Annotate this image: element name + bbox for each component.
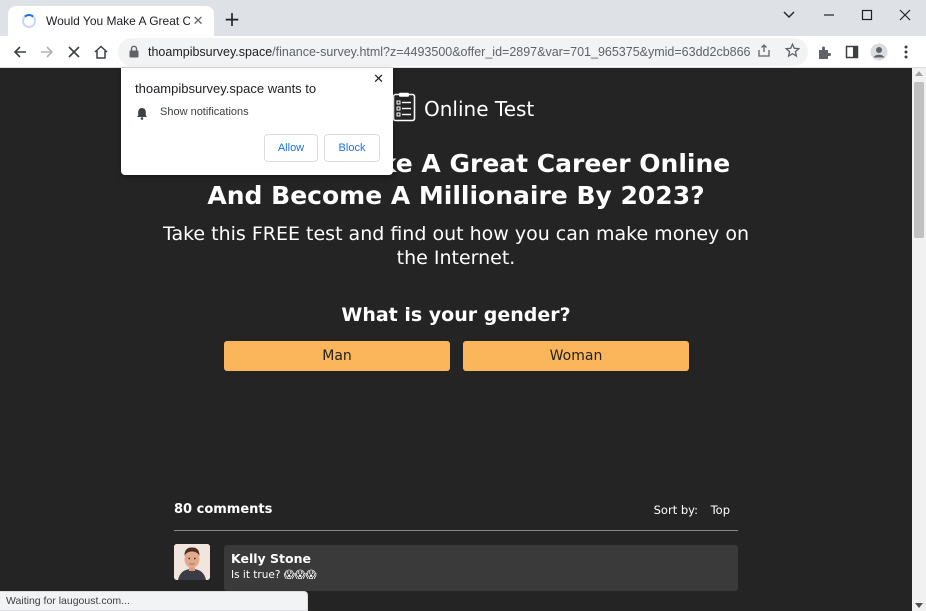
page-scrollbar[interactable] [912, 68, 926, 611]
tab-title: Would You Make A Great Career [46, 14, 191, 28]
notification-permission-prompt: thoampibsurvey.space wants to ✕ Show not… [121, 68, 393, 175]
tab-search-icon[interactable] [772, 4, 806, 26]
permission-item: Show notifications [160, 106, 249, 118]
page-subheadline: Take this FREE test and find out how you… [162, 223, 749, 269]
side-panel-icon[interactable] [840, 40, 864, 64]
tab-strip: Would You Make A Great Career ✕ + [0, 0, 926, 36]
url-host: thoampibsurvey.space [148, 45, 273, 59]
comment-bubble: Kelly Stone Is it true? 😱😱😱 [224, 545, 738, 591]
share-icon[interactable] [757, 43, 771, 62]
commenter-avatar [174, 544, 210, 580]
extensions-icon[interactable] [812, 40, 836, 64]
tab-close-icon[interactable]: ✕ [190, 14, 206, 29]
profile-avatar-icon[interactable] [867, 40, 891, 64]
bell-icon [136, 105, 148, 124]
permission-title: thoampibsurvey.space wants to [135, 81, 317, 96]
url-path: /finance-survey.html?z=4493500&offer_id=… [272, 45, 750, 59]
sort-by-label: Sort by: [653, 503, 698, 517]
site-logo: Online Test [392, 92, 535, 126]
sort-by-top[interactable]: Top [711, 503, 730, 517]
lock-icon[interactable] [128, 43, 140, 62]
new-tab-button[interactable]: + [222, 9, 242, 30]
comments-count: 80 comments [174, 502, 273, 517]
commenter-name[interactable]: Kelly Stone [231, 551, 738, 566]
survey-question: What is your gender? [341, 304, 571, 326]
comment-text: Is it true? 😱😱😱 [231, 569, 317, 581]
address-bar[interactable]: thoampibsurvey.space/finance-survey.html… [118, 38, 808, 66]
url-text[interactable]: thoampibsurvey.space/finance-survey.html… [148, 45, 750, 59]
maximize-icon[interactable] [850, 4, 884, 26]
back-icon[interactable] [8, 40, 32, 64]
stop-loading-icon[interactable] [62, 40, 86, 64]
permission-close-icon[interactable]: ✕ [373, 72, 384, 87]
loading-spinner-icon [22, 14, 36, 28]
answer-man-button[interactable]: Man [224, 341, 450, 371]
block-button[interactable]: Block [324, 134, 380, 162]
window-close-icon[interactable] [888, 4, 922, 26]
answer-woman-button[interactable]: Woman [463, 341, 689, 371]
scroll-down-arrow-icon[interactable] [915, 603, 923, 608]
status-bar: Waiting for laugoust.com... [0, 591, 308, 611]
scroll-up-arrow-icon[interactable] [915, 71, 923, 76]
browser-menu-icon[interactable] [894, 40, 918, 64]
allow-button[interactable]: Allow [264, 134, 318, 162]
minimize-icon[interactable] [812, 4, 846, 26]
comments-header: 80 comments Sort by: Top [174, 500, 738, 530]
checklist-document-icon [392, 92, 416, 126]
bookmark-star-icon[interactable] [784, 42, 801, 62]
browser-toolbar: thoampibsurvey.space/finance-survey.html… [0, 36, 926, 68]
home-icon[interactable] [89, 40, 113, 64]
scrollbar-thumb[interactable] [914, 82, 924, 238]
forward-icon[interactable] [35, 40, 59, 64]
comments-divider [174, 530, 738, 531]
logo-text: Online Test [424, 97, 535, 121]
browser-tab[interactable]: Would You Make A Great Career ✕ [8, 6, 214, 36]
